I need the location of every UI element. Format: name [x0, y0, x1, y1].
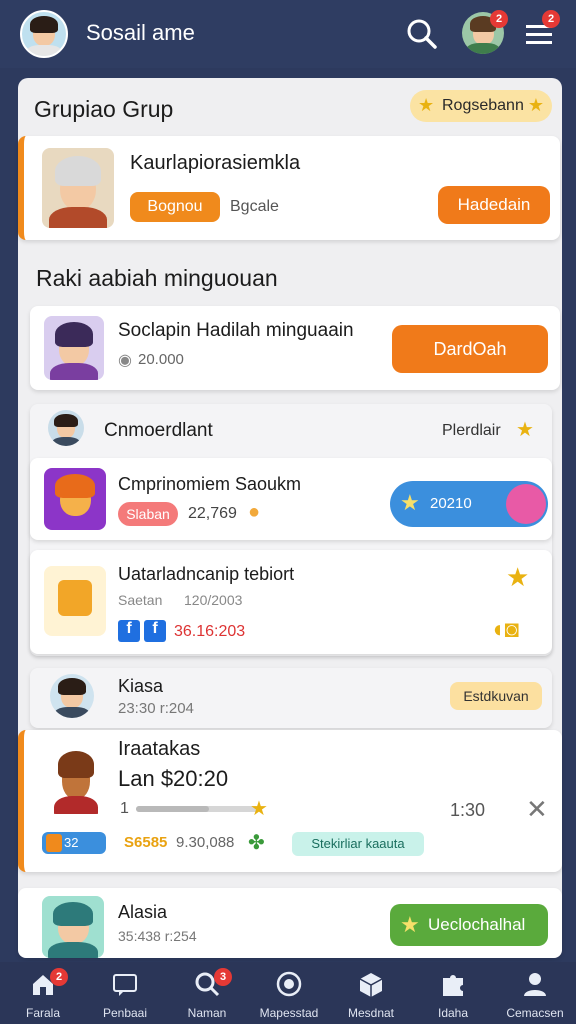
box-icon: [359, 973, 383, 997]
reward-section-title: Raki aabiah minguouan: [36, 265, 278, 291]
reward-claim-button[interactable]: DardOah: [392, 325, 548, 373]
nav-item-chat[interactable]: Penbaai: [84, 962, 166, 1024]
feed-header-link[interactable]: Plerdlair: [442, 422, 501, 440]
star-icon: ★: [250, 798, 268, 820]
nav-item-puzzle[interactable]: Idaha: [412, 962, 494, 1024]
kiasa-time: 23:30 r:204: [118, 700, 194, 717]
feed-item-tag: Slaban: [118, 502, 178, 526]
toy-icon: [44, 566, 106, 636]
star-icon: ★: [400, 912, 420, 937]
coin-icon: ◉: [118, 352, 132, 369]
feed-item-title: Uatarladncanip tebiort: [118, 564, 295, 584]
coin-icon: ◖◙: [490, 616, 519, 643]
emoji-icon: ●: [248, 501, 261, 523]
target-icon: [276, 971, 302, 997]
reward-amount: 20.000: [138, 351, 184, 368]
feed-item-value: 22,769: [188, 505, 237, 522]
feed-owner-name: Cnmoerdlant: [104, 420, 213, 441]
nav-item-target[interactable]: Mapesstad: [248, 962, 330, 1024]
chip-badge: 32: [42, 832, 106, 854]
stat-b: 9.30,088: [176, 834, 235, 851]
nav-item-profile[interactable]: Cemacsen: [494, 962, 576, 1024]
group-badge[interactable]: ★ Rogsebann ★: [410, 90, 552, 122]
facebook-icon[interactable]: f: [118, 620, 140, 642]
app-header: Sosail ame 2 2: [0, 0, 576, 68]
user-icon: [524, 973, 546, 996]
alasia-name: Alasia: [118, 902, 168, 922]
feed-item-title: Cmprinomiem Saoukm: [118, 474, 302, 494]
stat-a: S6585: [124, 834, 168, 851]
progress-bar: [136, 806, 258, 812]
nav-item-home[interactable]: 2 Farala: [2, 962, 84, 1024]
score-button[interactable]: ★ 20210: [390, 481, 548, 527]
notification-badge: 2: [490, 10, 508, 28]
progress-start: 1: [120, 800, 129, 817]
star-icon: ★: [527, 95, 544, 115]
iraatakas-line2: Lan $20:20: [118, 766, 229, 791]
feed-item-time: 120/2003: [184, 592, 243, 608]
bottom-navigation: 2 Farala Penbaai 3 Naman Mapesstad Mesdn…: [0, 962, 576, 1024]
progress-end: 1:30: [450, 800, 486, 820]
group-action-button[interactable]: Hadedain: [438, 186, 550, 224]
puzzle-icon: [443, 975, 463, 996]
facebook-icon[interactable]: f: [144, 620, 166, 642]
kiasa-card[interactable]: Kiasa 23:30 r:204 Estdkuvan: [30, 668, 552, 728]
member-sub: Bgcale: [230, 198, 279, 215]
alasia-time: 35:438 r:254: [118, 928, 197, 944]
member-tag[interactable]: Bognou: [130, 192, 220, 222]
reward-card[interactable]: Soclapin Hadilah minguaain ◉ 20.000 Dard…: [30, 306, 560, 390]
feed-item-2[interactable]: Uatarladncanip tebiort Saetan 120/2003 f…: [30, 550, 552, 654]
iraatakas-photo: [48, 744, 104, 814]
kiasa-name: Kiasa: [118, 676, 164, 696]
alasia-photo: [42, 896, 104, 958]
star-icon: ★: [400, 490, 420, 515]
feed-item-value: 36.16:203: [174, 623, 246, 640]
chat-icon: [113, 974, 137, 996]
member-name: Kaurlapiorasiemkla: [130, 152, 301, 174]
feed-owner-avatar[interactable]: [48, 410, 84, 446]
status-badge: Stekirliar kaauta: [292, 832, 424, 856]
alasia-action-button[interactable]: ★ Ueclochalhal: [390, 904, 548, 946]
menu-badge: 2: [542, 10, 560, 28]
gift-icon: [506, 484, 546, 524]
feed-item-sub: Saetan: [118, 592, 163, 608]
nav-item-search[interactable]: 3 Naman: [166, 962, 248, 1024]
member-photo: [42, 148, 114, 228]
iraatakas-card[interactable]: Iraatakas Lan $20:20 1 ★ 1:30 ✕ 32 S6585…: [18, 730, 562, 872]
app-title: Sosail ame: [86, 20, 195, 45]
reward-name: Soclapin Hadilah minguaain: [118, 320, 354, 341]
alasia-card[interactable]: Alasia 35:438 r:254 ★ Ueclochalhal: [18, 888, 562, 958]
kiasa-badge[interactable]: Estdkuvan: [450, 682, 542, 710]
star-icon: ★: [418, 95, 435, 115]
close-icon[interactable]: ✕: [526, 794, 548, 825]
kiasa-avatar: [50, 674, 94, 718]
star-icon: ★: [516, 419, 534, 441]
game-icon: [44, 468, 106, 530]
nav-item-box[interactable]: Mesdnat: [330, 962, 412, 1024]
iraatakas-name: Iraatakas: [118, 738, 201, 760]
search-icon[interactable]: [404, 16, 440, 52]
group-title: Grupiao Grup: [34, 96, 174, 122]
profile-avatar[interactable]: [20, 10, 68, 58]
star-icon: ★: [506, 562, 530, 592]
group-member-card[interactable]: Kaurlapiorasiemkla Bognou Bgcale Hadedai…: [18, 136, 560, 240]
reward-photo: [44, 316, 104, 380]
clover-icon: ✤: [248, 832, 265, 854]
